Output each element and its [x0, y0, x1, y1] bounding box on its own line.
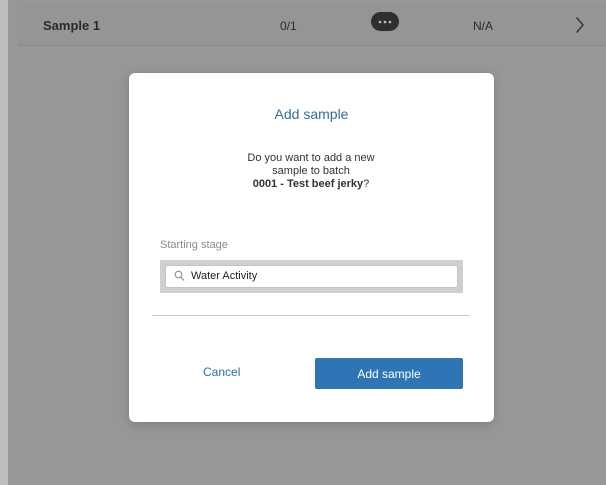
sample-name: Sample 1: [43, 18, 101, 33]
search-icon: [174, 270, 185, 281]
starting-stage-field: Water Activity: [160, 260, 463, 293]
dialog-divider: [152, 315, 470, 316]
ellipsis-icon: [378, 20, 392, 23]
dialog-message-line2: sample to batch: [272, 165, 350, 177]
chevron-right-icon[interactable]: [574, 15, 586, 35]
message-suffix: ?: [363, 178, 370, 190]
dialog-message: Do you want to add a new sample to batch…: [211, 152, 411, 191]
sample-row[interactable]: Sample 1 0/1 N/A: [18, 5, 606, 46]
dialog-title: Add sample: [274, 106, 349, 122]
batch-name: 0001 - Test beef jerky: [252, 178, 364, 190]
cancel-button[interactable]: Cancel: [203, 365, 240, 379]
add-sample-dialog: Add sample Do you want to add a new samp…: [129, 73, 494, 422]
sample-status: N/A: [473, 19, 494, 33]
starting-stage-value: Water Activity: [191, 270, 258, 282]
sample-count: 0/1: [280, 19, 297, 33]
starting-stage-input[interactable]: Water Activity: [165, 265, 458, 288]
left-gutter: [0, 0, 8, 485]
dialog-message-line3: 0001 - Test beef jerky?: [211, 178, 411, 191]
dialog-message-line1: Do you want to add a new: [247, 152, 375, 164]
more-options-button[interactable]: [371, 12, 399, 31]
starting-stage-label: Starting stage: [160, 239, 228, 251]
add-sample-button[interactable]: Add sample: [315, 358, 463, 389]
